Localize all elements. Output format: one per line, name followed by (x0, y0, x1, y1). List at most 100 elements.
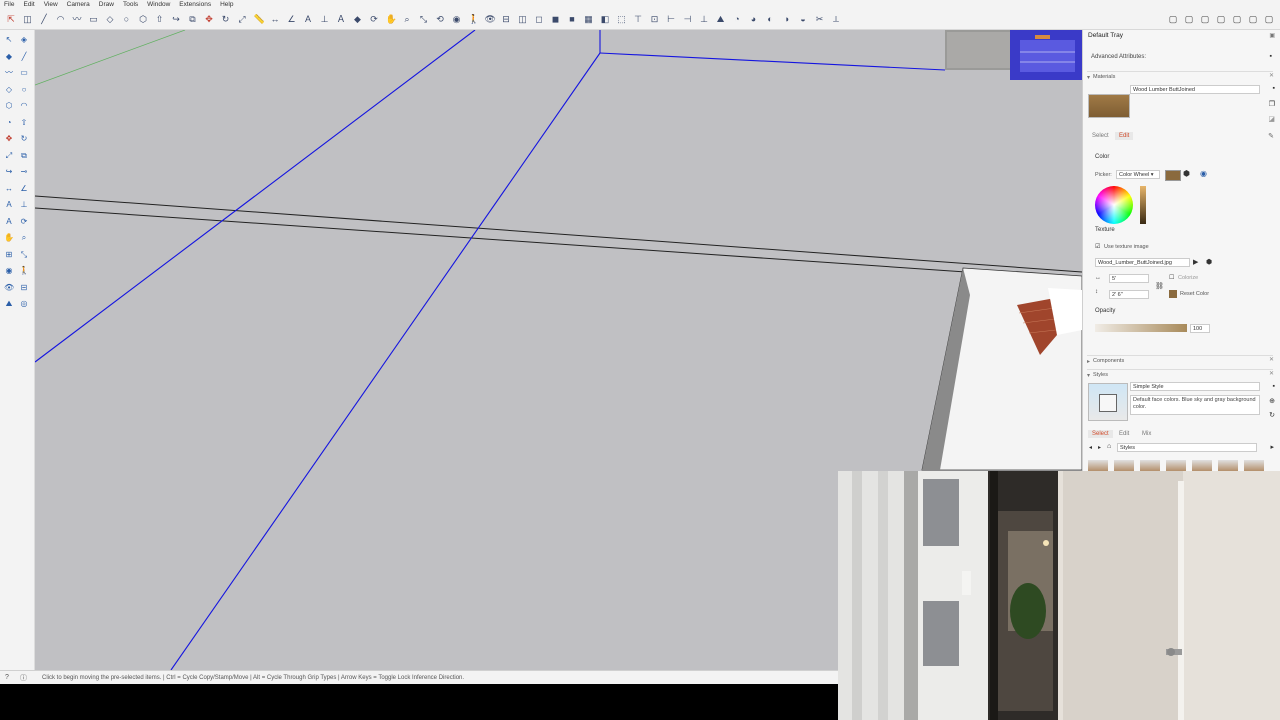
layers-icon[interactable]: ▢ (1216, 14, 1226, 24)
walk-icon[interactable]: 🚶 (468, 14, 479, 24)
monochrome-icon[interactable]: ◧ (600, 14, 610, 24)
line-icon[interactable]: ╱ (39, 14, 49, 24)
pan-icon[interactable]: ✋ (386, 14, 397, 24)
material-name-field[interactable]: Wood Lumber ButtJoined (1130, 85, 1260, 94)
zoom-extents-icon[interactable]: ⤡ (419, 14, 429, 24)
scale-icon[interactable]: ⤢ (4, 151, 14, 161)
paint-bucket-icon[interactable]: ◆ (353, 14, 363, 24)
eraser-icon[interactable]: ◫ (23, 14, 33, 24)
rotated-rectangle-icon[interactable]: ◇ (105, 14, 115, 24)
menu-view[interactable]: View (44, 1, 58, 8)
offset-icon[interactable]: ⧉ (19, 151, 29, 161)
rectangle-icon[interactable]: ▭ (89, 14, 99, 24)
styles-close-icon[interactable]: ✕ (1269, 370, 1274, 377)
textured-icon[interactable]: ▦ (584, 14, 594, 24)
zoom-extents-icon[interactable]: ⤡ (19, 250, 29, 260)
styles-icon[interactable]: ▢ (1168, 14, 1178, 24)
status-info-icon[interactable]: ⓘ (20, 673, 30, 683)
rotated-rectangle-icon[interactable]: ◇ (4, 85, 14, 95)
colorize-checkbox[interactable]: ☐ (1169, 274, 1174, 281)
zoom-icon[interactable]: ⌕ (402, 14, 412, 24)
menu-extensions[interactable]: Extensions (179, 1, 211, 8)
circle-icon[interactable]: ○ (122, 14, 132, 24)
use-texture-checkbox[interactable]: ☑ (1095, 243, 1100, 250)
materials-tab-select[interactable]: Select (1088, 132, 1113, 140)
opacity-field[interactable]: 100 (1190, 324, 1210, 333)
polygon-icon[interactable]: ⬡ (4, 101, 14, 111)
shaded-icon[interactable]: ■ (567, 14, 577, 24)
move-icon[interactable]: ✥ (204, 14, 214, 24)
move-icon[interactable]: ✥ (4, 134, 14, 144)
offset-icon[interactable]: ⧉ (188, 14, 198, 24)
menu-file[interactable]: File (4, 1, 14, 8)
back-arrow-icon[interactable]: ◂ (1089, 444, 1092, 451)
orbit-icon[interactable]: ⟳ (369, 14, 379, 24)
look-around-icon[interactable]: 👁 (485, 14, 496, 24)
select-tool-icon[interactable]: ⇱ (6, 14, 16, 24)
arc-icon[interactable]: ◠ (56, 14, 66, 24)
axes-icon[interactable]: ⊥ (320, 14, 330, 24)
forward-arrow-icon[interactable]: ▸ (1098, 444, 1101, 451)
create-style-icon[interactable]: ⊕ (1269, 397, 1275, 405)
styles-panel-header[interactable]: ▾ Styles (1087, 369, 1273, 380)
tape-measure-icon[interactable]: 📏 (254, 14, 265, 24)
dimension-icon[interactable]: ↔ (270, 14, 280, 24)
styles-tab-select[interactable]: Select (1088, 430, 1113, 438)
components-close-icon[interactable]: ✕ (1269, 356, 1274, 363)
3d-text-icon[interactable]: Ａ (336, 14, 346, 24)
tape-measure-icon[interactable]: ⊸ (19, 167, 29, 177)
wireframe-icon[interactable]: ◻ (534, 14, 544, 24)
arc-icon[interactable]: ◠ (19, 101, 29, 111)
dimension-icon[interactable]: ↔ (4, 184, 14, 194)
update-style-icon[interactable]: ↻ (1269, 411, 1275, 419)
follow-me-icon[interactable]: ↪ (171, 14, 181, 24)
xray-icon[interactable]: ◫ (518, 14, 528, 24)
current-color-swatch[interactable] (1165, 170, 1181, 181)
styles-tab-mix[interactable]: Mix (1138, 430, 1155, 438)
match-model-color-icon[interactable]: ⬢ (1183, 169, 1190, 178)
materials-panel-header[interactable]: ▾ Materials (1087, 71, 1273, 82)
styles-tab-edit[interactable]: Edit (1115, 430, 1133, 438)
sandbox-icon[interactable]: ⛰ (716, 14, 726, 24)
polygon-icon[interactable]: ⬡ (138, 14, 148, 24)
sample-paint-icon[interactable]: ◪ (1268, 115, 1275, 123)
styles-collection-select[interactable]: Styles (1117, 443, 1257, 452)
zoom-icon[interactable]: ⌕ (19, 233, 29, 243)
union-icon[interactable]: ◑ (782, 14, 792, 24)
rotate-icon[interactable]: ↻ (19, 134, 29, 144)
text-icon[interactable]: A (4, 200, 14, 210)
components-icon[interactable]: ▢ (1200, 14, 1210, 24)
rectangle-icon[interactable]: ▭ (19, 68, 29, 78)
texture-width-field[interactable]: 5' (1109, 274, 1149, 283)
freehand-icon[interactable]: 〰 (4, 68, 14, 78)
solid-tools-icon[interactable]: ◔ (732, 14, 742, 24)
right-view-icon[interactable]: ⊢ (666, 14, 676, 24)
freehand-icon[interactable]: 〰 (72, 14, 82, 24)
protractor-icon[interactable]: ∠ (19, 184, 29, 194)
style-lock-icon[interactable]: ▪ (1273, 383, 1275, 390)
color-wheel[interactable] (1095, 186, 1133, 224)
materials-tab-edit[interactable]: Edit (1115, 132, 1134, 140)
eraser-icon[interactable]: ◈ (19, 35, 29, 45)
menu-camera[interactable]: Camera (67, 1, 90, 8)
texture-file-field[interactable]: Wood_Lumber_ButtJoined.jpg (1095, 258, 1190, 267)
subtract-icon[interactable]: ◒ (798, 14, 808, 24)
left-view-icon[interactable]: ⊥ (699, 14, 709, 24)
push-pull-icon[interactable]: ⇧ (155, 14, 165, 24)
style-name-field[interactable]: Simple Style (1130, 382, 1260, 391)
iso-view-icon[interactable]: ⬚ (617, 14, 627, 24)
circle-icon[interactable]: ○ (19, 85, 29, 95)
eyedropper-icon[interactable]: ✎ (1268, 132, 1274, 140)
browse-texture-icon[interactable]: ▶ (1193, 258, 1198, 266)
entity-info-icon[interactable]: ▢ (1248, 14, 1258, 24)
sandbox-icon[interactable]: ⛰ (4, 299, 14, 309)
pie-icon[interactable]: ◔ (4, 118, 14, 128)
front-view-icon[interactable]: ⊡ (650, 14, 660, 24)
menu-help[interactable]: Help (220, 1, 233, 8)
look-around-icon[interactable]: 👁 (4, 283, 14, 293)
orbit-icon[interactable]: ⟳ (19, 217, 29, 227)
scale-icon[interactable]: ⤢ (237, 14, 247, 24)
back-view-icon[interactable]: ⊣ (683, 14, 693, 24)
trim-icon[interactable]: ✂ (815, 14, 825, 24)
zoom-window-icon[interactable]: ⊞ (4, 250, 14, 260)
